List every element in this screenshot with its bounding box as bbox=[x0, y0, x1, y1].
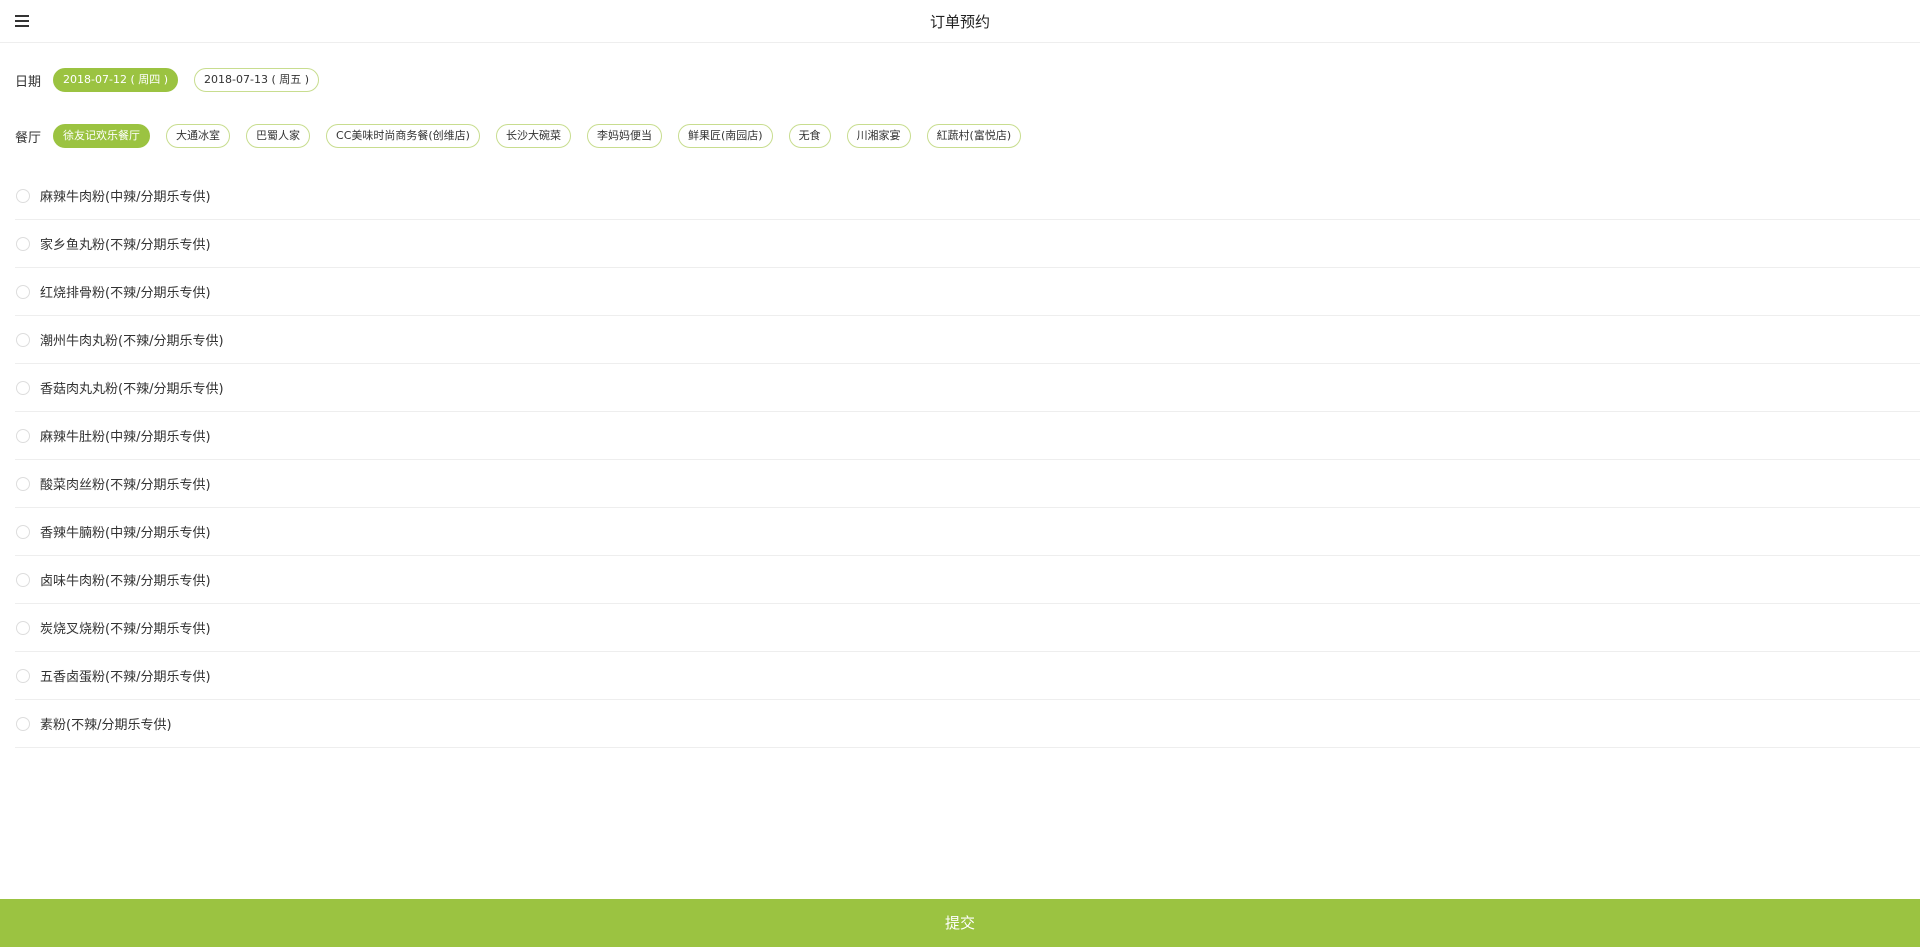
restaurant-chip[interactable]: 巴蜀人家 bbox=[246, 124, 311, 148]
dish-name: 香辣牛腩粉(中辣/分期乐专供) bbox=[40, 526, 211, 541]
dish-list: 麻辣牛肉粉(中辣/分期乐专供) 家乡鱼丸粉(不辣/分期乐专供) 红烧排骨粉(不辣… bbox=[15, 172, 1920, 748]
restaurant-filter-row: 餐厅 徐友记欢乐餐厅 大通冰室 巴蜀人家 CC美味时尚商务餐(创维店) 长沙大碗… bbox=[15, 124, 1037, 148]
dish-item[interactable]: 香辣牛腩粉(中辣/分期乐专供) bbox=[15, 508, 1920, 556]
dish-item[interactable]: 潮州牛肉丸粉(不辣/分期乐专供) bbox=[15, 316, 1920, 364]
radio-unchecked-icon[interactable] bbox=[16, 284, 30, 299]
radio-unchecked-icon[interactable] bbox=[16, 620, 30, 635]
radio-unchecked-icon[interactable] bbox=[16, 572, 30, 587]
dish-name: 香菇肉丸丸粉(不辣/分期乐专供) bbox=[40, 382, 224, 397]
dish-name: 酸菜肉丝粉(不辣/分期乐专供) bbox=[40, 478, 211, 493]
radio-unchecked-icon[interactable] bbox=[16, 716, 30, 731]
top-bar: 订单预约 bbox=[0, 0, 1920, 43]
restaurant-chip[interactable]: 紅蔬村(富悦店) bbox=[926, 124, 1022, 148]
date-label: 日期 bbox=[15, 74, 42, 90]
dish-name: 潮州牛肉丸粉(不辣/分期乐专供) bbox=[40, 334, 224, 349]
dish-name: 素粉(不辣/分期乐专供) bbox=[40, 718, 172, 733]
date-chip[interactable]: 2018-07-12 ( 周四 ) bbox=[53, 68, 179, 92]
radio-unchecked-icon[interactable] bbox=[16, 428, 30, 443]
dish-item[interactable]: 酸菜肉丝粉(不辣/分期乐专供) bbox=[15, 460, 1920, 508]
dish-name: 炭烧叉烧粉(不辣/分期乐专供) bbox=[40, 622, 211, 637]
dish-item[interactable]: 家乡鱼丸粉(不辣/分期乐专供) bbox=[15, 220, 1920, 268]
dish-item[interactable]: 香菇肉丸丸粉(不辣/分期乐专供) bbox=[15, 364, 1920, 412]
restaurant-chip[interactable]: 鲜果匠(南园店) bbox=[677, 124, 773, 148]
dish-item[interactable]: 麻辣牛肉粉(中辣/分期乐专供) bbox=[15, 172, 1920, 220]
dish-name: 红烧排骨粉(不辣/分期乐专供) bbox=[40, 286, 211, 301]
radio-unchecked-icon[interactable] bbox=[16, 524, 30, 539]
radio-unchecked-icon[interactable] bbox=[16, 668, 30, 683]
radio-unchecked-icon[interactable] bbox=[16, 332, 30, 347]
radio-unchecked-icon[interactable] bbox=[16, 236, 30, 251]
dish-name: 麻辣牛肚粉(中辣/分期乐专供) bbox=[40, 430, 211, 445]
dish-item[interactable]: 红烧排骨粉(不辣/分期乐专供) bbox=[15, 268, 1920, 316]
dish-name: 家乡鱼丸粉(不辣/分期乐专供) bbox=[40, 238, 211, 253]
restaurant-chip[interactable]: CC美味时尚商务餐(创维店) bbox=[326, 124, 480, 148]
dish-name: 卤味牛肉粉(不辣/分期乐专供) bbox=[40, 574, 211, 589]
submit-button[interactable]: 提交 bbox=[0, 899, 1920, 947]
dish-item[interactable]: 五香卤蛋粉(不辣/分期乐专供) bbox=[15, 652, 1920, 700]
dish-name: 五香卤蛋粉(不辣/分期乐专供) bbox=[40, 670, 211, 685]
restaurant-chip[interactable]: 徐友记欢乐餐厅 bbox=[53, 124, 151, 148]
restaurant-chip[interactable]: 无食 bbox=[788, 124, 831, 148]
restaurant-chip[interactable]: 长沙大碗菜 bbox=[495, 124, 571, 148]
date-chip[interactable]: 2018-07-13 ( 周五 ) bbox=[194, 68, 320, 92]
radio-unchecked-icon[interactable] bbox=[16, 476, 30, 491]
page-title: 订单预约 bbox=[929, 13, 990, 31]
radio-unchecked-icon[interactable] bbox=[16, 188, 30, 203]
restaurant-chip[interactable]: 李妈妈便当 bbox=[586, 124, 662, 148]
dish-item[interactable]: 素粉(不辣/分期乐专供) bbox=[15, 700, 1920, 748]
radio-unchecked-icon[interactable] bbox=[16, 380, 30, 395]
dish-item[interactable]: 炭烧叉烧粉(不辣/分期乐专供) bbox=[15, 604, 1920, 652]
restaurant-chip[interactable]: 大通冰室 bbox=[166, 124, 231, 148]
restaurant-label: 餐厅 bbox=[15, 130, 42, 146]
dish-item[interactable]: 卤味牛肉粉(不辣/分期乐专供) bbox=[15, 556, 1920, 604]
date-filter-row: 日期 2018-07-12 ( 周四 ) 2018-07-13 ( 周五 ) bbox=[15, 68, 335, 92]
dish-name: 麻辣牛肉粉(中辣/分期乐专供) bbox=[40, 190, 211, 205]
restaurant-chip[interactable]: 川湘家宴 bbox=[846, 124, 911, 148]
dish-item[interactable]: 麻辣牛肚粉(中辣/分期乐专供) bbox=[15, 412, 1920, 460]
